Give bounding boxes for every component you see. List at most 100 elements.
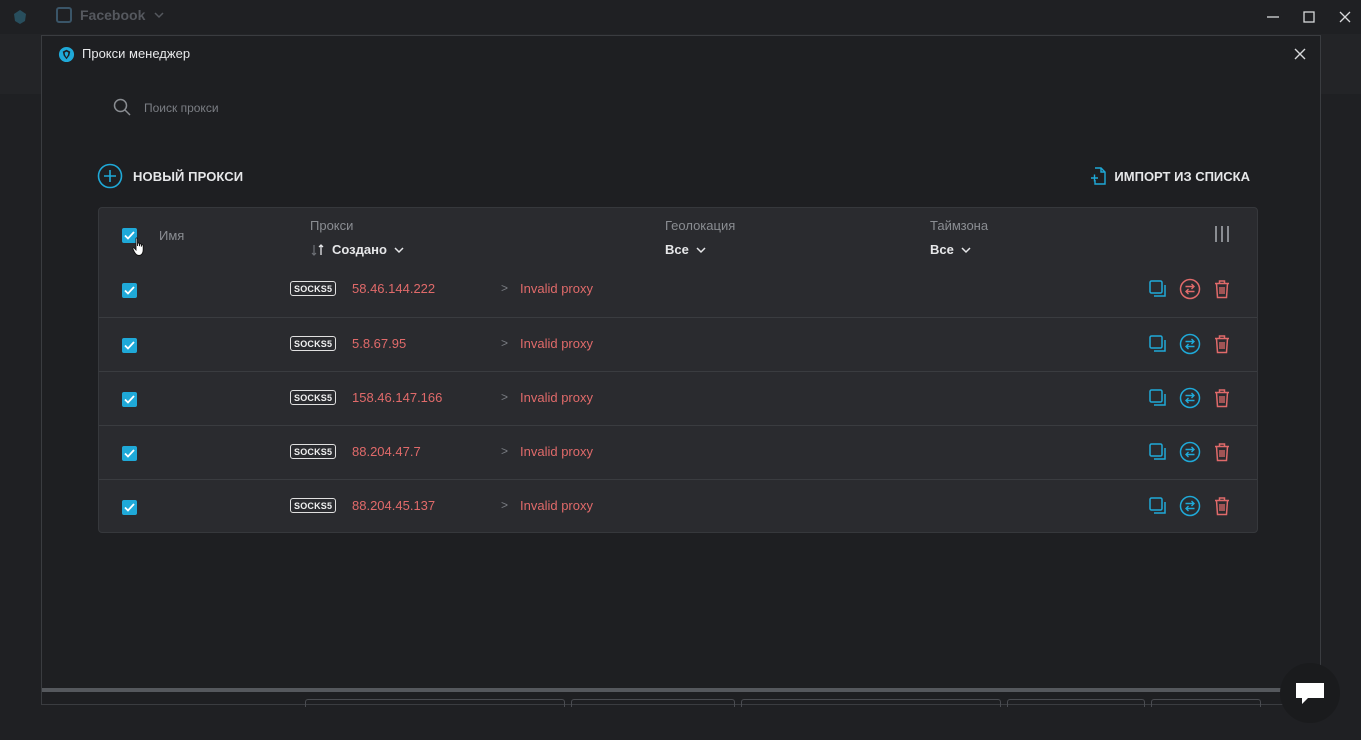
app-titlebar: Facebook	[0, 0, 1361, 34]
column-timezone: Таймзона	[930, 218, 989, 233]
rotate-proxy-icon	[1179, 278, 1201, 300]
geolocation-filter-dropdown[interactable]: Все	[665, 242, 707, 257]
import-list-button[interactable]: ИМПОРТ ИЗ СПИСКА	[1090, 167, 1250, 185]
row-checkbox[interactable]	[122, 283, 137, 298]
chat-support-button[interactable]	[1280, 663, 1340, 723]
app-logo-icon	[58, 46, 75, 63]
chevron-right-icon: >	[501, 390, 509, 404]
timezone-filter-value: Все	[930, 242, 954, 257]
chevron-right-icon: >	[501, 281, 509, 295]
copy-icon	[1149, 389, 1166, 406]
chevron-down-icon	[394, 246, 404, 253]
copy-proxy-button[interactable]	[1147, 495, 1169, 517]
copy-icon	[1149, 443, 1166, 460]
bottom-tabs-edge	[305, 699, 1261, 707]
proxy-type-badge: SOCKS5	[290, 498, 337, 513]
new-proxy-button[interactable]: НОВЫЙ ПРОКСИ	[97, 163, 243, 189]
column-geolocation: Геолокация	[665, 218, 736, 233]
table-header: Имя Прокси Создано Геолокация Все Таймзо…	[99, 208, 1257, 270]
rotate-proxy-icon	[1179, 495, 1201, 517]
modal-close-button[interactable]	[1290, 44, 1310, 64]
table-row[interactable]: SOCKS5 5.8.67.95 > Invalid proxy	[99, 317, 1257, 371]
rotate-proxy-button[interactable]	[1179, 333, 1201, 355]
app-tab-facebook[interactable]: Facebook	[56, 7, 165, 23]
maximize-icon[interactable]	[1297, 6, 1321, 28]
proxy-ip[interactable]: 58.46.144.222	[352, 281, 435, 296]
rotate-proxy-button[interactable]	[1179, 495, 1201, 517]
proxy-status: Invalid proxy	[520, 281, 593, 296]
proxy-table: Имя Прокси Создано Геолокация Все Таймзо…	[98, 207, 1258, 533]
delete-proxy-button[interactable]	[1211, 387, 1233, 409]
app-logo-icon	[14, 10, 26, 24]
proxy-manager-modal: Прокси менеджер НОВЫЙ ПРОКСИ ИМПОРТ ИЗ С…	[41, 35, 1321, 707]
hand-cursor-icon	[132, 237, 144, 256]
copy-icon	[1149, 497, 1166, 514]
proxy-status: Invalid proxy	[520, 390, 593, 405]
proxy-ip[interactable]: 5.8.67.95	[352, 336, 406, 351]
trash-icon	[1215, 335, 1229, 354]
rotate-proxy-button[interactable]	[1179, 278, 1201, 300]
chevron-right-icon: >	[501, 444, 509, 458]
trash-icon	[1215, 497, 1229, 516]
delete-proxy-button[interactable]	[1211, 333, 1233, 355]
check-icon	[124, 341, 135, 350]
proxy-ip[interactable]: 88.204.45.137	[352, 498, 435, 513]
chevron-down-icon	[961, 246, 971, 253]
table-row[interactable]: SOCKS5 158.46.147.166 > Invalid proxy	[99, 371, 1257, 425]
rotate-proxy-button[interactable]	[1179, 441, 1201, 463]
trash-icon	[1215, 389, 1229, 408]
window-close-icon[interactable]	[1333, 6, 1357, 28]
sort-created-label: Создано	[332, 242, 387, 257]
proxy-status: Invalid proxy	[520, 498, 593, 513]
check-icon	[124, 503, 135, 512]
search-icon	[113, 98, 131, 116]
columns-settings-icon[interactable]	[1215, 226, 1231, 244]
proxy-type-badge: SOCKS5	[290, 336, 337, 351]
table-row[interactable]: SOCKS5 88.204.47.7 > Invalid proxy	[99, 425, 1257, 479]
rotate-proxy-icon	[1179, 441, 1201, 463]
proxy-ip[interactable]: 88.204.47.7	[352, 444, 421, 459]
app-tab-title: Facebook	[80, 7, 146, 23]
profile-tab-icon	[56, 7, 72, 23]
rotate-proxy-button[interactable]	[1179, 387, 1201, 409]
check-icon	[124, 449, 135, 458]
modal-title: Прокси менеджер	[82, 46, 191, 61]
new-proxy-label: НОВЫЙ ПРОКСИ	[133, 168, 244, 184]
search-input[interactable]	[144, 96, 424, 120]
table-row[interactable]: SOCKS5 58.46.144.222 > Invalid proxy	[99, 263, 1257, 317]
plus-circle-icon	[97, 163, 123, 189]
delete-proxy-button[interactable]	[1211, 495, 1233, 517]
rotate-proxy-icon	[1179, 387, 1201, 409]
geolocation-filter-value: Все	[665, 242, 689, 257]
copy-proxy-button[interactable]	[1147, 333, 1169, 355]
proxy-type-badge: SOCKS5	[290, 390, 337, 405]
copy-proxy-button[interactable]	[1147, 387, 1169, 409]
copy-proxy-button[interactable]	[1147, 441, 1169, 463]
minimize-icon[interactable]	[1261, 6, 1285, 28]
copy-icon	[1149, 280, 1166, 297]
proxy-ip[interactable]: 158.46.147.166	[352, 390, 442, 405]
table-row[interactable]: SOCKS5 88.204.45.137 > Invalid proxy	[99, 479, 1257, 532]
trash-icon	[1215, 280, 1229, 299]
copy-proxy-button[interactable]	[1147, 278, 1169, 300]
copy-icon	[1149, 335, 1166, 352]
rotate-proxy-icon	[1179, 333, 1201, 355]
close-icon	[1294, 48, 1306, 60]
row-checkbox[interactable]	[122, 338, 137, 353]
timezone-filter-dropdown[interactable]: Все	[930, 242, 972, 257]
delete-proxy-button[interactable]	[1211, 278, 1233, 300]
sort-created-dropdown[interactable]: Создано	[310, 242, 405, 257]
column-name[interactable]: Имя	[159, 228, 184, 243]
sort-icon	[311, 243, 324, 256]
row-checkbox[interactable]	[122, 446, 137, 461]
row-checkbox[interactable]	[122, 500, 137, 515]
chevron-right-icon: >	[501, 498, 509, 512]
horizontal-scrollbar[interactable]	[42, 688, 1320, 692]
modal-header: Прокси менеджер	[42, 36, 1320, 72]
chevron-right-icon: >	[501, 336, 509, 350]
chevron-down-icon[interactable]	[153, 9, 165, 21]
chevron-down-icon	[696, 246, 706, 253]
row-checkbox[interactable]	[122, 392, 137, 407]
column-proxy: Прокси	[310, 218, 354, 233]
delete-proxy-button[interactable]	[1211, 441, 1233, 463]
